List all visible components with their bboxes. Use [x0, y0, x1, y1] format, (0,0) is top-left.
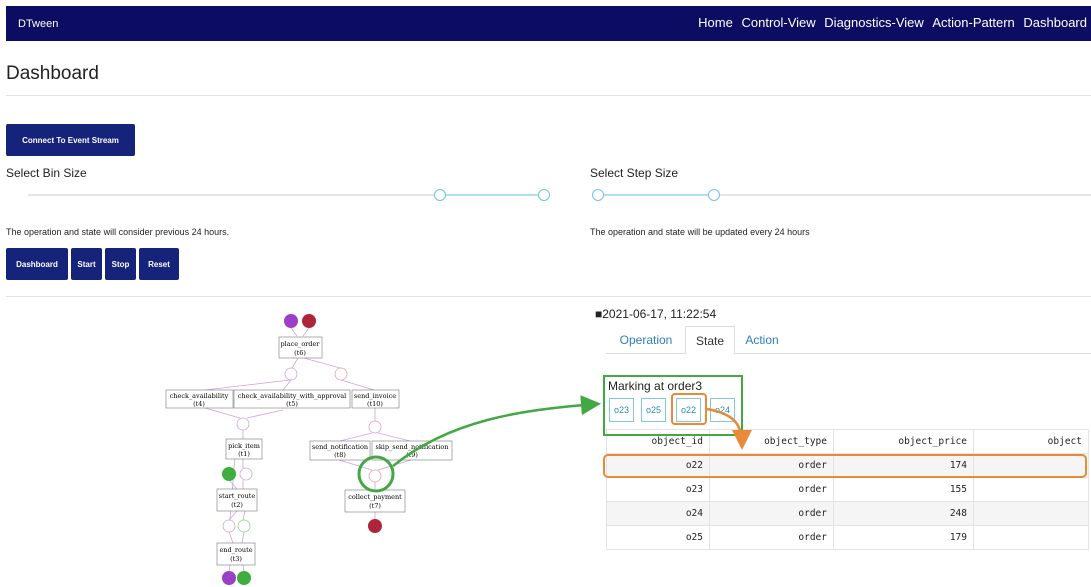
svg-text:(t3): (t3)	[230, 555, 242, 563]
svg-text:send_notification: send_notification	[312, 443, 368, 451]
orange-arrow	[706, 407, 752, 450]
svg-text:(t7): (t7)	[369, 502, 381, 510]
svg-text:end_route: end_route	[219, 546, 252, 554]
svg-text:skip_send_notification: skip_send_notification	[376, 443, 449, 451]
petri-net-diagram: place_order (t6) check_availability (t4)…	[165, 314, 752, 585]
svg-text:(t8): (t8)	[334, 451, 346, 459]
svg-text:pick_item: pick_item	[228, 442, 260, 450]
svg-text:(t6): (t6)	[294, 349, 306, 357]
petri-net-transitions: place_order (t6) check_availability (t4)…	[165, 336, 453, 566]
svg-text:collect_payment: collect_payment	[348, 493, 402, 501]
svg-text:place_order: place_order	[281, 340, 321, 348]
svg-text:check_availability: check_availability	[170, 392, 229, 400]
svg-text:(t5): (t5)	[286, 400, 298, 408]
svg-text:check_availability_with_approv: check_availability_with_approval	[238, 392, 346, 400]
svg-text:(t1): (t1)	[238, 450, 250, 458]
svg-text:(t4): (t4)	[193, 400, 205, 408]
svg-text:(t2): (t2)	[231, 501, 243, 509]
svg-text:send_invoice: send_invoice	[354, 392, 396, 400]
svg-text:start_route: start_route	[219, 492, 256, 500]
svg-text:(t10): (t10)	[367, 400, 383, 408]
